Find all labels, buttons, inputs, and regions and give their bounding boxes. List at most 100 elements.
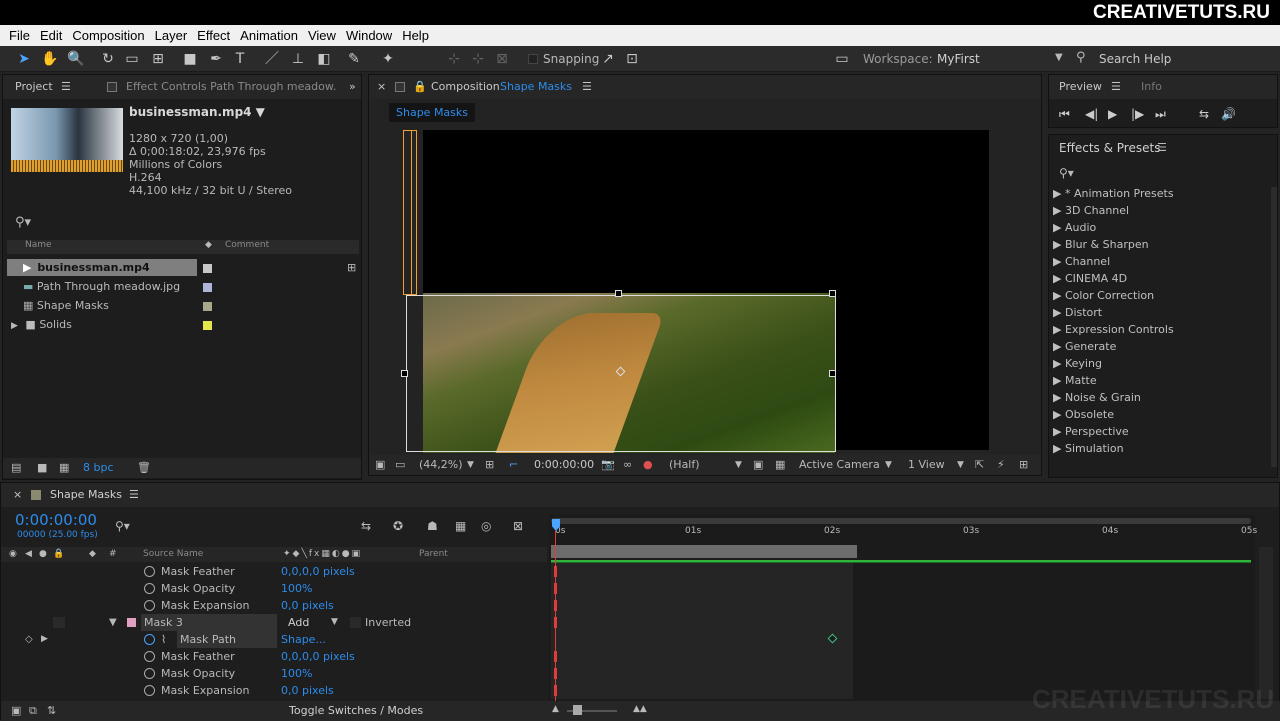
effect-category[interactable]: ▶ Keying — [1053, 357, 1102, 370]
tab-info[interactable]: Info — [1141, 75, 1162, 99]
col-name[interactable]: Name — [25, 240, 52, 250]
snapshot-icon[interactable]: 📷 — [601, 455, 615, 475]
tab-preview[interactable]: Preview — [1059, 75, 1102, 99]
effect-category[interactable]: ▶ Perspective — [1053, 425, 1129, 438]
lock-icon[interactable] — [395, 82, 405, 92]
toggle-pixel-aspect-icon[interactable]: ⇱ — [975, 455, 984, 475]
comp-flow-tab[interactable]: Shape Masks — [389, 103, 476, 122]
project-search-icon[interactable]: ⚲▾ — [15, 215, 31, 230]
interpret-footage-icon[interactable]: ▤ — [11, 461, 21, 474]
panel-menu-icon[interactable]: ☰ — [582, 75, 592, 99]
search-help-input[interactable]: Search Help — [1099, 52, 1171, 66]
mask-mode-select[interactable]: Add — [288, 614, 309, 631]
show-snapshot-icon[interactable]: ∞ — [623, 455, 632, 475]
toggle-switches-modes-button[interactable]: Toggle Switches / Modes — [289, 704, 423, 717]
visibility-icon[interactable]: ◉ — [9, 547, 17, 562]
menu-animation[interactable]: Animation — [235, 28, 303, 43]
mask-color-swatch[interactable] — [127, 618, 136, 627]
effect-category[interactable]: ▶ Generate — [1053, 340, 1116, 353]
footage-name[interactable]: businessman.mp4 ▼ — [129, 105, 265, 119]
workspace-dropdown-icon[interactable]: ▼ — [1055, 52, 1063, 63]
stopwatch-icon[interactable] — [144, 583, 155, 594]
effect-category[interactable]: ▶ Color Correction — [1053, 289, 1154, 302]
workspace-icon[interactable]: ▭ — [832, 49, 852, 69]
next-keyframe-icon[interactable]: ▶ — [41, 631, 48, 648]
effect-category[interactable]: ▶ Obsolete — [1053, 408, 1114, 421]
panel-menu-icon[interactable]: ☰ — [1157, 141, 1167, 154]
menu-help[interactable]: Help — [397, 28, 434, 43]
project-item[interactable]: ▬ Path Through meadow.jpg — [7, 278, 180, 295]
effect-category[interactable]: ▶ CINEMA 4D — [1053, 272, 1127, 285]
property-value[interactable]: Shape... — [281, 631, 326, 648]
property-value[interactable]: 0,0 pixels — [281, 597, 334, 614]
work-area-bar[interactable] — [551, 518, 1251, 524]
next-frame-icon[interactable]: |▶ — [1131, 107, 1144, 121]
previous-frame-icon[interactable]: ◀| — [1085, 107, 1098, 121]
project-item[interactable]: ▶ businessman.mp4 — [7, 259, 197, 276]
stopwatch-icon[interactable] — [144, 651, 155, 662]
effect-category[interactable]: ▶ Noise & Grain — [1053, 391, 1141, 404]
mask-path-outline[interactable] — [411, 130, 421, 295]
layer-property-row[interactable]: ◇ ▶ ⌇ Mask Path Shape... — [1, 631, 547, 648]
transparency-grid-icon[interactable]: ▦ — [775, 455, 785, 475]
graph-editor-icon[interactable]: ⊠ — [513, 519, 523, 533]
first-frame-icon[interactable]: ⏮ — [1059, 107, 1070, 122]
panel-menu-icon[interactable]: ☰ — [1111, 75, 1121, 99]
stopwatch-icon[interactable] — [144, 566, 155, 577]
current-time[interactable]: 0:00:00:00 — [534, 455, 594, 475]
transform-handle[interactable] — [829, 290, 836, 297]
monitor-icon[interactable]: ▭ — [395, 455, 405, 475]
layer-property-row[interactable]: Mask Feather 0,0,0,0 pixels — [1, 648, 547, 665]
stopwatch-icon[interactable] — [144, 668, 155, 679]
menu-composition[interactable]: Composition — [67, 28, 149, 43]
timeline-search-icon[interactable]: ⚲▾ — [115, 519, 130, 533]
channel-icon[interactable]: ● — [643, 455, 653, 475]
close-panel-icon[interactable]: × — [377, 75, 386, 99]
comp-mini-flowchart-icon[interactable]: ⇆ — [361, 519, 371, 533]
zoom-slider-thumb[interactable] — [573, 705, 582, 715]
layer-property-row[interactable]: Mask Opacity 100% — [1, 665, 547, 682]
effects-search-icon[interactable]: ⚲▾ — [1059, 166, 1074, 180]
modes-icon[interactable]: ⧉ — [29, 704, 37, 718]
timeline-scrollbar[interactable] — [1259, 547, 1273, 699]
camera-select[interactable]: Active Camera — [799, 455, 880, 475]
new-composition-icon[interactable]: ▦ — [59, 461, 69, 474]
audio-icon[interactable]: ◀ — [25, 547, 32, 562]
motion-blur-icon[interactable]: ◎ — [481, 519, 491, 533]
grid-icon[interactable]: ⊞ — [485, 455, 494, 475]
effect-category[interactable]: ▶ Simulation — [1053, 442, 1124, 455]
always-preview-icon[interactable]: ▣ — [375, 455, 385, 475]
speaker-icon[interactable]: 🔊 — [1221, 107, 1236, 121]
col-source-name[interactable]: Source Name — [143, 547, 203, 562]
transform-handle[interactable] — [615, 290, 622, 297]
effect-category[interactable]: ▶ Distort — [1053, 306, 1102, 319]
layer-property-row[interactable]: Mask Feather 0,0,0,0 pixels — [1, 563, 547, 580]
view-layout-select[interactable]: 1 View — [908, 455, 945, 475]
bit-depth-button[interactable]: 8 bpc — [83, 461, 114, 474]
effects-scrollbar[interactable] — [1271, 187, 1277, 467]
col-comment[interactable]: Comment — [225, 240, 269, 250]
zoom-out-icon[interactable]: ▲ — [552, 704, 559, 714]
pen-tool-icon[interactable]: ✒ — [206, 49, 226, 69]
inverted-checkbox[interactable] — [350, 617, 361, 628]
composition-viewer[interactable] — [401, 130, 989, 453]
snapping-checkbox[interactable] — [528, 54, 538, 64]
workspace-select[interactable]: MyFirst — [937, 52, 980, 66]
effect-category[interactable]: ▶ * Animation Presets — [1053, 187, 1174, 200]
clone-tool-icon[interactable]: ⊥ — [288, 49, 308, 69]
chevron-down-icon[interactable]: ▼ — [885, 455, 892, 475]
stopwatch-icon[interactable] — [144, 685, 155, 696]
effect-category[interactable]: ▶ Audio — [1053, 221, 1096, 234]
in-out-icon[interactable]: ⇅ — [47, 704, 56, 717]
camera-tool-icon[interactable]: ▭ — [122, 49, 142, 69]
property-value[interactable]: 100% — [281, 665, 312, 682]
chevron-down-icon[interactable]: ▼ — [957, 455, 964, 475]
chevron-down-icon[interactable]: ▼ — [331, 614, 338, 631]
menu-view[interactable]: View — [303, 28, 341, 43]
flowchart-icon[interactable]: ⊞ — [347, 261, 356, 274]
transform-handle[interactable] — [401, 370, 408, 377]
panel-overflow-icon[interactable]: » — [349, 75, 356, 99]
tab-effect-controls[interactable]: Effect Controls Path Through meadow. — [126, 75, 336, 99]
expand-arrow-icon[interactable]: ▼ — [109, 614, 117, 631]
effect-category[interactable]: ▶ Matte — [1053, 374, 1097, 387]
